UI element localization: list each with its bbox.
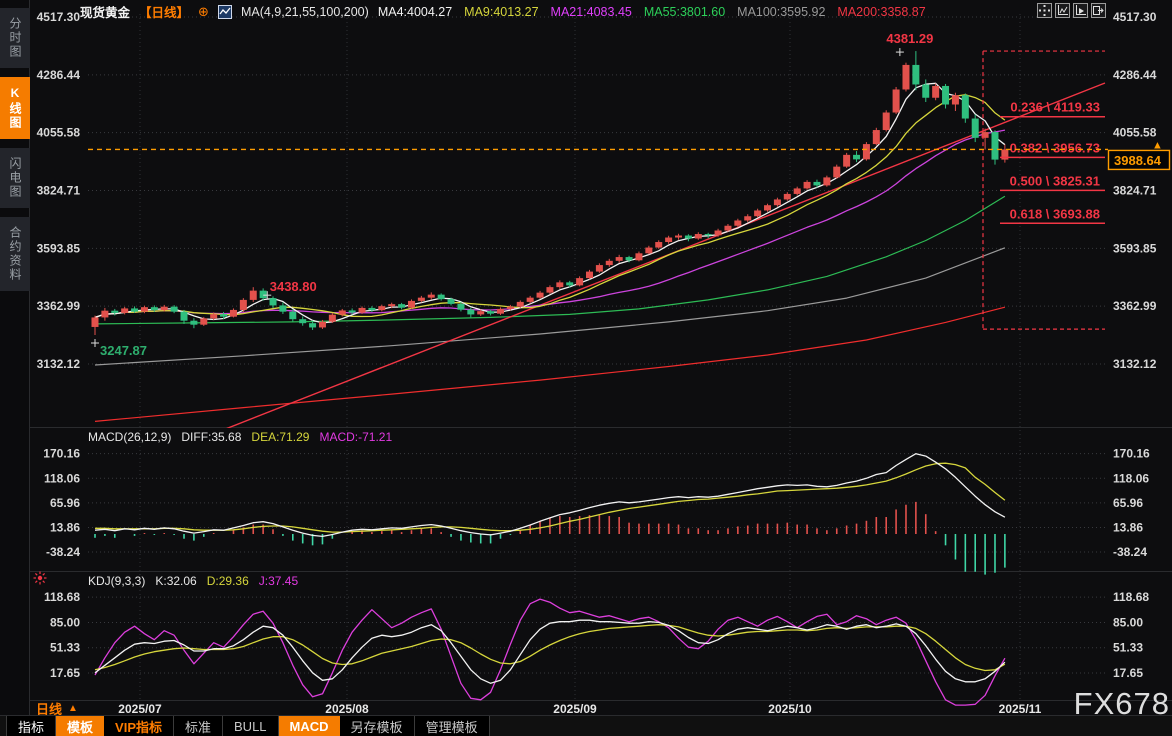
trading-app: 4517.30 4517.30 4286.44 4286.44 4055.58 4055.… <box>0 0 1172 736</box>
svg-text:4517.30: 4517.30 <box>37 10 81 24</box>
fib-overlay: 0.236 \ 4119.33 0.382 \ 3956.73 0.500 \ 38… <box>983 51 1105 329</box>
symbol-name: 现货黄金 <box>80 2 130 21</box>
kdj-title: KDJ(9,3,3) K:32.06 D:29.36 J:37.45 <box>88 574 298 588</box>
svg-text:85.00: 85.00 <box>50 615 80 629</box>
toolbar-tab-2[interactable]: 模板 <box>56 716 104 736</box>
toolbar-tab-8[interactable]: 管理模板 <box>415 716 490 736</box>
svg-text:3362.99: 3362.99 <box>1113 299 1157 313</box>
main-pane <box>95 83 1105 430</box>
svg-text:3824.71: 3824.71 <box>1113 184 1157 198</box>
svg-text:3593.85: 3593.85 <box>37 241 81 255</box>
ma-value: MA4:4004.27 <box>378 5 452 19</box>
crosshair-icon[interactable] <box>1037 3 1052 18</box>
sidebar-item-1[interactable]: 分时图 <box>0 8 30 68</box>
toolbar-tab-1[interactable]: 指标 <box>6 716 56 736</box>
gridlines <box>88 14 1108 700</box>
ma-values: MA4:4004.27 MA9:4013.27 MA21:4083.45 MA55:3… <box>378 5 926 19</box>
svg-text:2025/07: 2025/07 <box>118 702 162 716</box>
toolbar-tab-3[interactable]: VIP指标 <box>104 716 174 736</box>
svg-text:4055.58: 4055.58 <box>37 126 81 140</box>
svg-text:13.86: 13.86 <box>1113 520 1143 534</box>
scale-horizontal-icon[interactable] <box>1073 3 1088 18</box>
svg-text:4055.58: 4055.58 <box>1113 126 1157 140</box>
ma-value: MA9:4013.27 <box>464 5 538 19</box>
svg-text:-38.24: -38.24 <box>1113 545 1147 559</box>
svg-text:65.96: 65.96 <box>1113 496 1143 510</box>
ma-value: MA200:3358.87 <box>837 5 925 19</box>
indicator-title-part: D:29.36 <box>207 574 249 588</box>
svg-text:-38.24: -38.24 <box>46 545 80 559</box>
svg-text:51.33: 51.33 <box>50 641 80 655</box>
toolbar-tab-7[interactable]: 另存模板 <box>340 716 415 736</box>
svg-text:4517.30: 4517.30 <box>1113 10 1157 24</box>
indicator-title-part: MACD(26,12,9) <box>88 430 171 444</box>
svg-text:▲: ▲ <box>1152 139 1163 151</box>
ma-value: MA55:3801.60 <box>644 5 725 19</box>
svg-text:3593.85: 3593.85 <box>1113 241 1157 255</box>
svg-text:3824.71: 3824.71 <box>37 184 81 198</box>
sidebar-item-4[interactable]: 合约资料 <box>0 217 30 291</box>
live-indicator-icon <box>33 571 47 590</box>
chart-canvas[interactable]: 4517.30 4517.30 4286.44 4286.44 4055.58 4055.… <box>0 0 1172 736</box>
export-icon[interactable] <box>1091 3 1106 18</box>
svg-text:13.86: 13.86 <box>50 520 80 534</box>
svg-text:3988.64: 3988.64 <box>1114 153 1162 168</box>
svg-text:118.06: 118.06 <box>44 471 80 485</box>
svg-text:0.500 \ 3825.31: 0.500 \ 3825.31 <box>1010 173 1100 188</box>
macd-pane <box>95 454 1005 575</box>
scale-vertical-icon[interactable] <box>1055 3 1070 18</box>
ma-settings: MA(4,9,21,55,100,200) <box>241 5 369 19</box>
svg-text:2025/11: 2025/11 <box>999 702 1042 716</box>
pane-dividers <box>30 428 1172 701</box>
indicator-title-part: K:32.06 <box>155 574 196 588</box>
svg-text:3132.12: 3132.12 <box>37 357 81 371</box>
svg-text:2025/09: 2025/09 <box>553 702 597 716</box>
toolbar-tab-5[interactable]: BULL <box>223 716 279 736</box>
triangle-up-icon: ▲ <box>68 703 78 714</box>
svg-text:3247.87: 3247.87 <box>100 343 147 358</box>
toolbar-tab-4[interactable]: 标准 <box>174 716 223 736</box>
indicator-title-part: DEA:71.29 <box>251 430 309 444</box>
ma-value: MA21:4083.45 <box>551 5 632 19</box>
axis-labels: 4517.30 4517.30 4286.44 4286.44 4055.58 4055.… <box>37 10 1157 716</box>
svg-text:118.06: 118.06 <box>1113 471 1149 485</box>
svg-text:65.96: 65.96 <box>50 496 80 510</box>
svg-text:3438.80: 3438.80 <box>270 279 317 294</box>
svg-text:2025/10: 2025/10 <box>768 702 812 716</box>
svg-text:118.68: 118.68 <box>44 590 80 604</box>
sidebar-item-3[interactable]: 闪电图 <box>0 148 30 208</box>
chart-toolbar <box>1037 3 1106 18</box>
chart-type-icon[interactable] <box>218 5 232 19</box>
svg-text:118.68: 118.68 <box>1113 590 1149 604</box>
indicator-title-part: KDJ(9,3,3) <box>88 574 145 588</box>
svg-text:2025/08: 2025/08 <box>325 702 369 716</box>
period-tag[interactable]: 【日线】 <box>139 2 189 21</box>
svg-text:0.236 \ 4119.33: 0.236 \ 4119.33 <box>1010 100 1100 115</box>
sidebar: 分时图 K线图闪电图合约资料 <box>0 0 30 736</box>
svg-text:17.65: 17.65 <box>50 666 80 680</box>
svg-text:17.65: 17.65 <box>1113 666 1143 680</box>
svg-text:51.33: 51.33 <box>1113 641 1143 655</box>
chart-header: 现货黄金 【日线】 ⊕ MA(4,9,21,55,100,200) MA4:40… <box>80 2 926 21</box>
bottom-toolbar: 指标模板VIP指标标准BULLMACD另存模板管理模板 <box>0 715 1172 736</box>
ma-value: MA100:3595.92 <box>737 5 825 19</box>
svg-text:0.618 \ 3693.88: 0.618 \ 3693.88 <box>1010 206 1100 221</box>
svg-text:4286.44: 4286.44 <box>1113 68 1157 82</box>
macd-title: MACD(26,12,9) DIFF:35.68 DEA:71.29 MACD:-71… <box>88 430 392 444</box>
svg-text:0.382 \ 3956.73: 0.382 \ 3956.73 <box>1010 140 1100 155</box>
svg-text:170.16: 170.16 <box>43 447 80 461</box>
sidebar-item-2[interactable]: K线图 <box>0 77 30 139</box>
svg-text:4286.44: 4286.44 <box>37 68 81 82</box>
indicator-title-part: J:37.45 <box>259 574 298 588</box>
kdj-pane <box>95 599 1005 705</box>
svg-text:85.00: 85.00 <box>1113 615 1143 629</box>
svg-text:4381.29: 4381.29 <box>886 31 933 46</box>
indicator-title-part: MACD:-71.21 <box>319 430 392 444</box>
svg-text:170.16: 170.16 <box>1113 447 1150 461</box>
toolbar-tab-6[interactable]: MACD <box>279 716 340 736</box>
indicator-title-part: DIFF:35.68 <box>181 430 241 444</box>
svg-text:3362.99: 3362.99 <box>37 299 81 313</box>
expand-icon[interactable]: ⊕ <box>198 4 209 20</box>
svg-text:3132.12: 3132.12 <box>1113 357 1157 371</box>
